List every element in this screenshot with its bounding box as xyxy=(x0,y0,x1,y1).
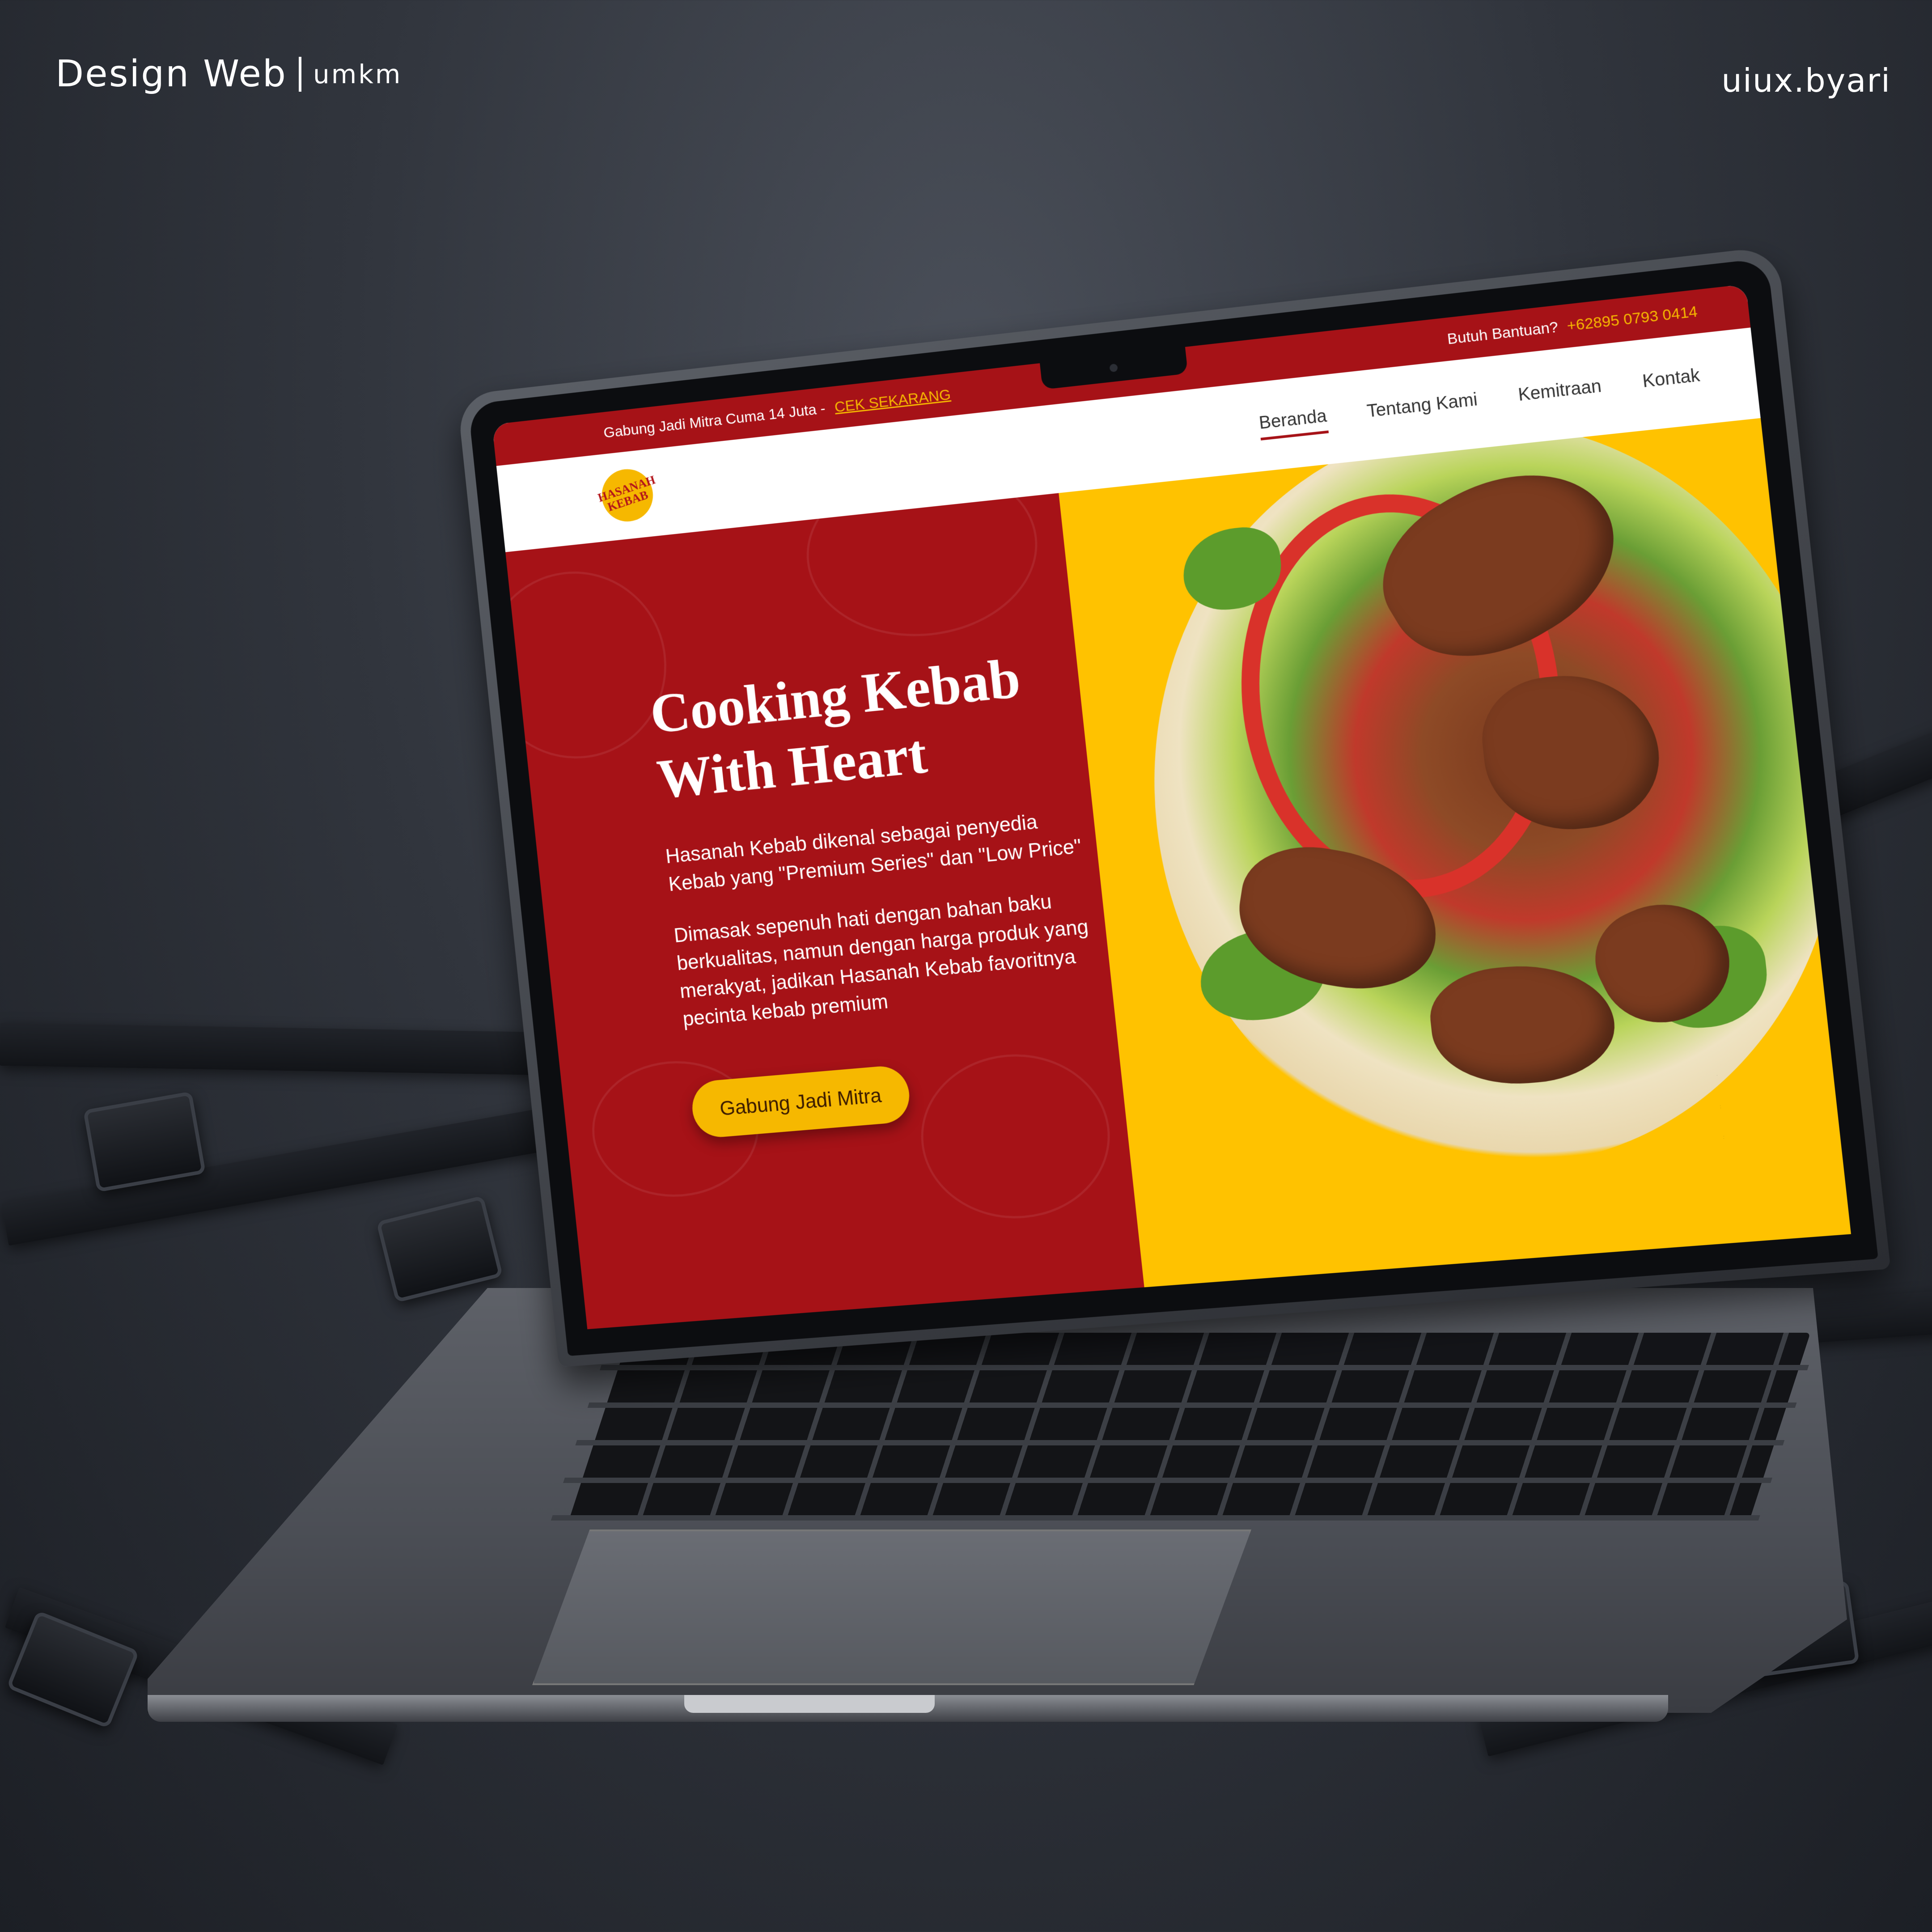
hero-text-panel: Cooking Kebab With Heart Hasanah Kebab d… xyxy=(505,493,1144,1330)
nav-item-kemitraan[interactable]: Kemitraan xyxy=(1517,376,1603,412)
strap-buckle xyxy=(376,1195,503,1303)
website-screen: Gabung Jadi Mitra Cuma 14 Juta - CEK SEK… xyxy=(492,284,1851,1330)
hero-section: Cooking Kebab With Heart Hasanah Kebab d… xyxy=(505,418,1851,1330)
hasanah-kebab-logo[interactable]: HASANAH KEBAB xyxy=(596,466,657,524)
screen-bezel: Gabung Jadi Mitra Cuma 14 Juta - CEK SEK… xyxy=(468,258,1878,1356)
hero-content: Cooking Kebab With Heart Hasanah Kebab d… xyxy=(647,640,1111,1140)
laptop-trackpad xyxy=(532,1530,1251,1685)
hero-image-panel xyxy=(1059,418,1851,1288)
laptop-front-notch xyxy=(684,1695,935,1713)
nav-item-beranda[interactable]: Beranda xyxy=(1258,406,1329,441)
overlay-brand-sub: umkm xyxy=(313,59,402,89)
overlay-brand-title: Design Web xyxy=(55,53,287,95)
brand-separator xyxy=(298,56,301,92)
join-partner-button[interactable]: Gabung Jadi Mitra xyxy=(689,1064,912,1140)
help-phone-link[interactable]: +62895 0793 0414 xyxy=(1566,303,1699,335)
promo-link[interactable]: CEK SEKARANG xyxy=(834,386,952,415)
nav-item-tentang-kami[interactable]: Tentang Kami xyxy=(1366,390,1479,429)
nav-item-kontak[interactable]: Kontak xyxy=(1641,365,1702,398)
overlay-author: uiux.byari xyxy=(1721,62,1891,99)
background-doodle xyxy=(505,562,676,767)
keyboard-rows xyxy=(551,1333,1820,1521)
nav-menu: Beranda Tentang Kami Kemitraan Kontak xyxy=(1258,365,1702,441)
hero-title-line-1: Cooking Kebab xyxy=(647,646,1023,746)
hero-paragraph-1: Hasanah Kebab dikenal sebagai penyedia K… xyxy=(664,810,1083,896)
hero-title: Cooking Kebab With Heart xyxy=(647,640,1076,812)
help-text: Butuh Bantuan? xyxy=(1446,318,1559,348)
hero-paragraph-2: Dimasak sepenuh hati dengan bahan baku b… xyxy=(673,890,1090,1030)
laptop-lid: Gabung Jadi Mitra Cuma 14 Juta - CEK SEK… xyxy=(457,246,1891,1368)
overlay-brand: Design Web umkm xyxy=(55,53,402,95)
camera-icon xyxy=(1109,363,1118,373)
